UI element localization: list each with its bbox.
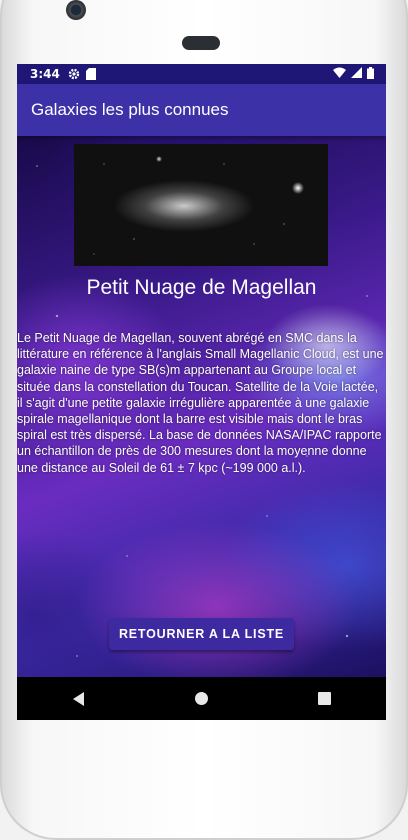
battery-icon [367,66,374,82]
recents-icon [318,692,331,705]
galaxy-detail: Petit Nuage de Magellan Le Petit Nuage d… [17,136,386,677]
front-camera [66,0,86,20]
status-bar: 3:44 [17,64,386,84]
galaxy-photo [74,144,328,266]
back-icon [73,691,84,706]
signal-icon [351,67,362,81]
device-screen: 3:44 Galaxies les plus connues Petit Nua… [17,64,386,720]
navigation-bar [17,677,386,720]
nav-home-button[interactable] [182,679,222,719]
galaxy-description: Le Petit Nuage de Magellan, souvent abré… [17,331,384,475]
app-bar: Galaxies les plus connues [17,84,386,136]
sd-card-icon [85,68,96,80]
wifi-icon [333,67,346,81]
nav-recents-button[interactable] [305,679,345,719]
home-icon [195,692,208,705]
gear-icon [68,68,80,80]
status-time: 3:44 [30,67,60,81]
back-to-list-button[interactable]: RETOURNER A LA LISTE [109,618,294,650]
nav-back-button[interactable] [59,679,99,719]
app-title: Galaxies les plus connues [31,100,229,119]
galaxy-name: Petit Nuage de Magellan [86,276,317,299]
earpiece-speaker [182,36,220,50]
